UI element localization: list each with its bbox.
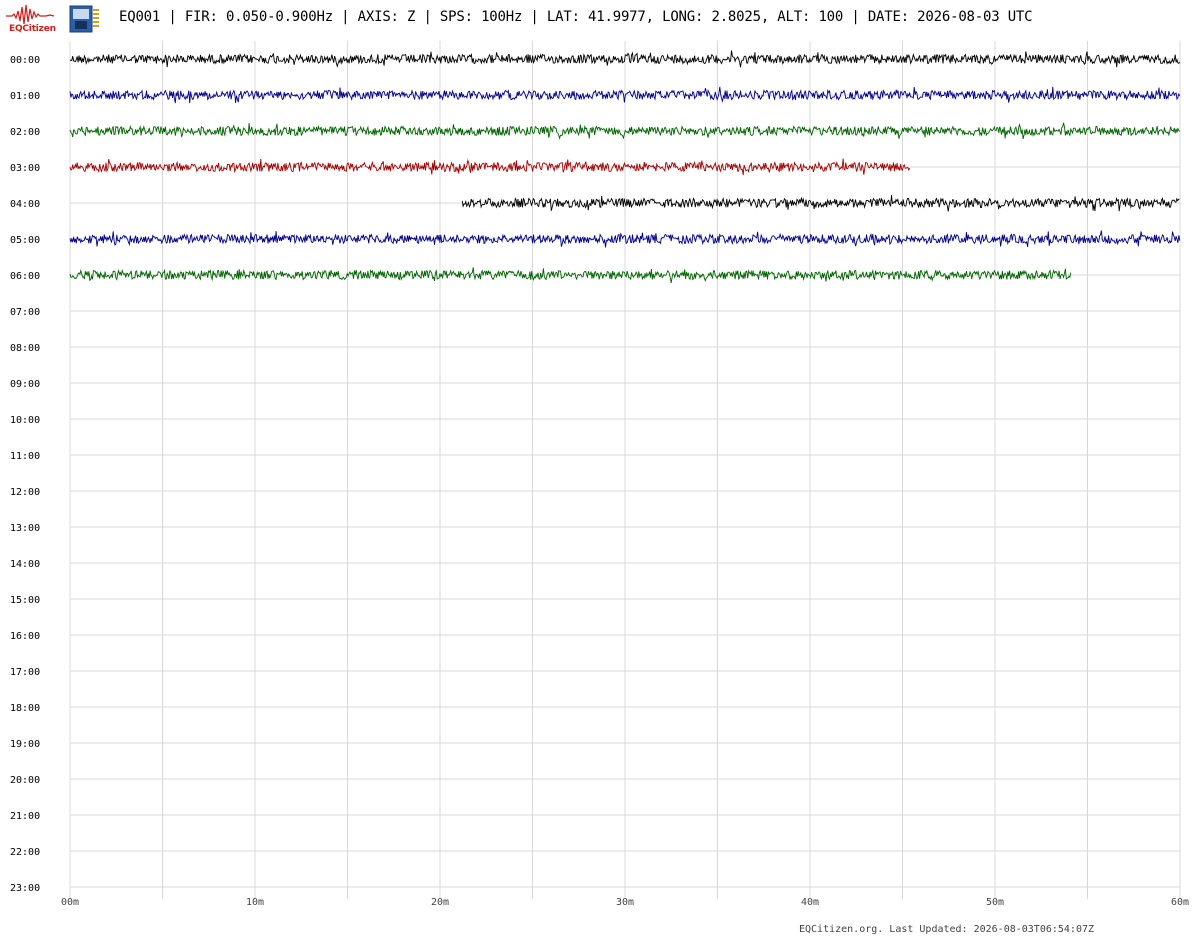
hour-row-label: 13:00 — [10, 523, 40, 534]
hour-row-label: 12:00 — [10, 487, 40, 498]
minute-axis-label: 50m — [986, 897, 1004, 908]
hour-row-labels: 00:00 01:00 02:00 03:00 04:00 05:00 06:00 07:00… — [10, 55, 40, 894]
hour-row-label: 23:00 — [10, 883, 40, 894]
hour-row-label: 18:00 — [10, 703, 40, 714]
minute-axis-label: 60m — [1171, 897, 1189, 908]
header: EQCitizen EQ001 | FIR: 0.050-0.900Hz | A… — [0, 0, 1200, 38]
chart-title: EQ001 | FIR: 0.050-0.900Hz | AXIS: Z | S… — [119, 9, 1033, 25]
hour-row-label: 16:00 — [10, 631, 40, 642]
hour-row-label: 06:00 — [10, 271, 40, 282]
hour-row-label: 01:00 — [10, 91, 40, 102]
hour-row-label: 11:00 — [10, 451, 40, 462]
hour-row-label: 07:00 — [10, 307, 40, 318]
minute-axis-label: 00m — [61, 897, 79, 908]
minute-axis-label: 30m — [616, 897, 634, 908]
logo-text: EQCitizen — [9, 24, 56, 34]
hour-row-label: 05:00 — [10, 235, 40, 246]
hour-row-label: 10:00 — [10, 415, 40, 426]
hour-row-label: 03:00 — [10, 163, 40, 174]
minute-axis-label: 10m — [246, 897, 264, 908]
hour-row-label: 15:00 — [10, 595, 40, 606]
hour-row-label: 21:00 — [10, 811, 40, 822]
last-updated-footer: EQCitizen.org. Last Updated: 2026-08-03T… — [799, 924, 1095, 935]
hour-row-label: 00:00 — [10, 55, 40, 66]
minute-axis-label: 40m — [801, 897, 819, 908]
hour-row-label: 02:00 — [10, 127, 40, 138]
seismograph-logo-icon — [6, 4, 55, 25]
hour-row-label: 22:00 — [10, 847, 40, 858]
hour-row-label: 20:00 — [10, 775, 40, 786]
hour-row-label: 09:00 — [10, 379, 40, 390]
minute-axis-labels: 00m 10m 20m 30m 40m 50m 60m — [61, 897, 1189, 908]
raspberry-shake-device-icon — [69, 5, 101, 33]
hour-row-label: 17:00 — [10, 667, 40, 678]
vertical-gridlines — [69, 41, 1181, 899]
helicorder-chart: 00:00 01:00 02:00 03:00 04:00 05:00 06:00 07:00… — [10, 41, 1189, 908]
hour-row-label: 08:00 — [10, 343, 40, 354]
eqcitizen-logo: EQCitizen — [4, 2, 56, 36]
hour-row-label: 14:00 — [10, 559, 40, 570]
hour-row-label: 19:00 — [10, 739, 40, 750]
minute-axis-label: 20m — [431, 897, 449, 908]
hour-row-label: 04:00 — [10, 199, 40, 210]
